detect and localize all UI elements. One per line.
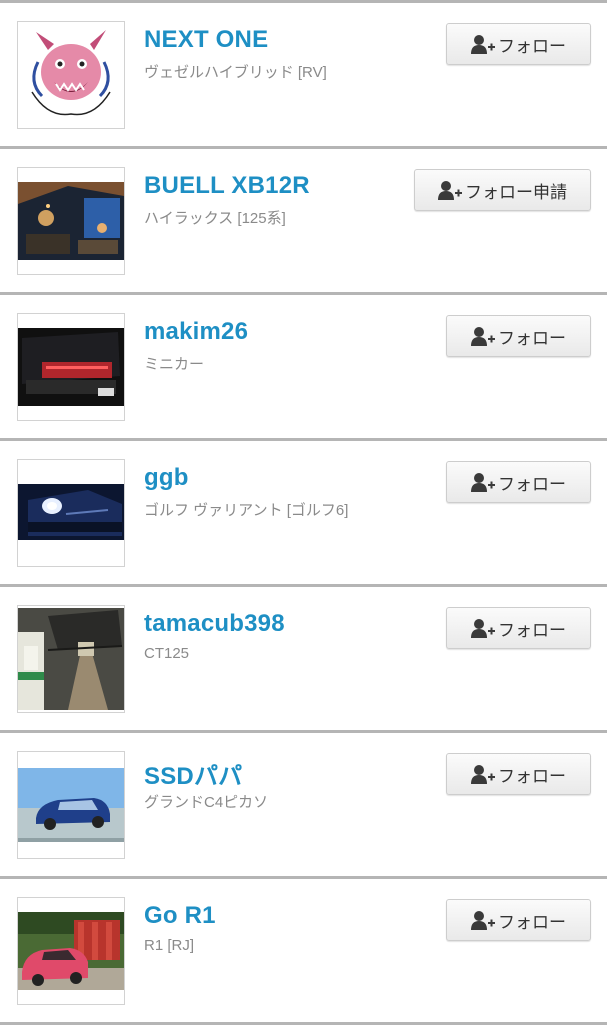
user-name-link[interactable]: Go R1: [144, 902, 216, 930]
avatar[interactable]: [17, 459, 125, 567]
follow-button-label: フォロー: [498, 328, 566, 348]
list-item: NEXT ONE ヴェゼルハイブリッド [RV] フォロー: [0, 3, 607, 149]
follow-request-button[interactable]: フォロー申請: [414, 169, 591, 211]
user-car: CT125: [144, 645, 190, 662]
follow-button-label: フォロー: [498, 620, 566, 640]
avatar[interactable]: [17, 751, 125, 859]
list-item: SSDパパ グランドC4ピカソ フォロー: [0, 733, 607, 879]
follow-button-label: フォロー: [498, 912, 566, 932]
list-item: ggb ゴルフ ヴァリアント [ゴルフ6] フォロー: [0, 441, 607, 587]
user-name-link[interactable]: makim26: [144, 318, 248, 346]
user-car: ゴルフ ヴァリアント [ゴルフ6]: [144, 502, 349, 519]
add-user-icon: [471, 326, 495, 346]
follow-button[interactable]: フォロー: [446, 753, 591, 795]
avatar[interactable]: [17, 167, 125, 275]
avatar[interactable]: [17, 605, 125, 713]
avatar[interactable]: [17, 897, 125, 1005]
user-name-link[interactable]: NEXT ONE: [144, 26, 268, 54]
follow-button[interactable]: フォロー: [446, 23, 591, 65]
user-name-link[interactable]: tamacub398: [144, 610, 285, 638]
follow-button[interactable]: フォロー: [446, 899, 591, 941]
avatar[interactable]: [17, 313, 125, 421]
add-user-icon: [471, 34, 495, 54]
list-item: BUELL XB12R ハイラックス [125系] フォロー申請: [0, 149, 607, 295]
add-user-icon: [471, 472, 495, 492]
user-name-link[interactable]: BUELL XB12R: [144, 172, 310, 200]
add-user-icon: [471, 910, 495, 930]
user-car: ハイラックス [125系]: [144, 210, 286, 227]
user-car: グランドC4ピカソ: [144, 794, 269, 811]
follow-button-label: フォロー: [498, 36, 566, 56]
list-item: Go R1 R1 [RJ] フォロー: [0, 879, 607, 1025]
follow-button-label: フォロー申請: [465, 182, 567, 202]
follow-button[interactable]: フォロー: [446, 607, 591, 649]
user-car: ミニカー: [144, 356, 205, 373]
follow-button-label: フォロー: [498, 474, 566, 494]
user-car: ヴェゼルハイブリッド [RV]: [144, 64, 327, 81]
list-item: makim26 ミニカー フォロー: [0, 295, 607, 441]
add-user-icon: [471, 764, 495, 784]
add-user-icon: [471, 618, 495, 638]
follow-button[interactable]: フォロー: [446, 315, 591, 357]
avatar[interactable]: [17, 21, 125, 129]
user-name-link[interactable]: SSDパパ: [144, 756, 242, 791]
add-user-icon: [438, 180, 462, 200]
user-list: NEXT ONE ヴェゼルハイブリッド [RV] フォロー BUELL XB12…: [0, 0, 607, 1025]
user-name-link[interactable]: ggb: [144, 464, 189, 492]
follow-button[interactable]: フォロー: [446, 461, 591, 503]
follow-button-label: フォロー: [498, 766, 566, 786]
user-car: R1 [RJ]: [144, 937, 195, 954]
list-item: tamacub398 CT125 フォロー: [0, 587, 607, 733]
